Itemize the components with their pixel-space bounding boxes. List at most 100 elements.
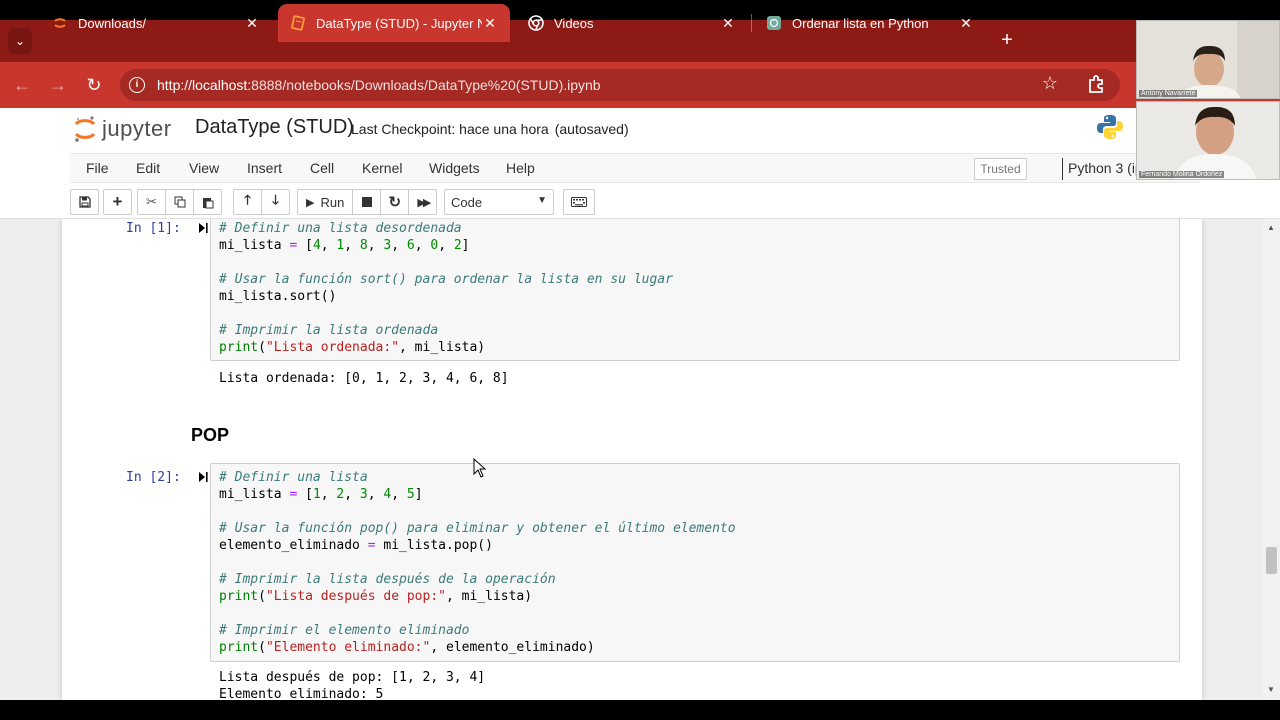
notebook-favicon-icon [290, 15, 306, 31]
cell-type-select[interactable]: Code ▼ [444, 189, 554, 215]
jupyter-logo[interactable]: jupyter [74, 115, 172, 143]
notebook-area: In [1]: # Definir una lista desordenada … [0, 219, 1280, 700]
cell-prompt: In [1]: [126, 221, 181, 236]
menu-view[interactable]: View [189, 160, 219, 176]
paste-icon [202, 197, 213, 208]
interrupt-button[interactable] [352, 189, 382, 215]
tab-ordenar-lista[interactable]: Ordenar lista en Python ✕ [754, 4, 986, 42]
browser-toolbar: ← → ↻ i http://localhost:8888/notebooks/… [0, 62, 1280, 108]
menu-kernel[interactable]: Kernel [362, 160, 402, 176]
save-icon [78, 196, 91, 208]
autosave-text: (autosaved) [554, 121, 629, 137]
jupyter-logo-icon [74, 115, 96, 143]
save-button[interactable] [70, 189, 99, 215]
markdown-heading: POP [191, 425, 230, 445]
notebook-toolbar: + ✂ 🡑 🡓 ▶ Run ↻ ▶▶ Code ▼ [0, 185, 1280, 219]
code-cell-2[interactable]: # Definir una lista mi_lista = [1, 2, 3,… [219, 469, 736, 656]
cell-output-1: Lista ordenada: [0, 1, 2, 3, 4, 6, 8] [219, 371, 509, 386]
menu-help[interactable]: Help [506, 160, 535, 176]
url-text[interactable]: http://localhost:8888/notebooks/Download… [157, 77, 601, 93]
insert-cell-button[interactable]: + [103, 189, 132, 215]
kernel-name[interactable]: Python 3 (ip [1068, 160, 1143, 176]
trusted-indicator[interactable]: Trusted [974, 158, 1027, 180]
cell-type-value: Code [451, 195, 483, 210]
scroll-down-icon[interactable]: ▼ [1267, 685, 1275, 694]
play-icon: ▶ [306, 196, 315, 209]
insert-group: + [103, 189, 132, 215]
close-icon[interactable]: ✕ [720, 15, 736, 32]
fast-forward-icon: ▶▶ [417, 196, 431, 209]
plus-icon: + [112, 192, 123, 211]
forward-arrow-icon[interactable]: → [45, 72, 71, 98]
tab-search-button[interactable]: ⌄ [8, 28, 32, 54]
tab-title: Ordenar lista en Python [792, 15, 929, 31]
restart-button[interactable]: ↻ [380, 189, 410, 215]
menu-cell[interactable]: Cell [310, 160, 334, 176]
copy-icon [174, 196, 185, 208]
run-button[interactable]: ▶ Run [297, 189, 354, 215]
tab-title: DataType (STUD) - Jupyter Note [316, 15, 482, 31]
webcam-name: Fernando Molina Ordoñez [1139, 171, 1225, 178]
menu-widgets[interactable]: Widgets [429, 160, 480, 176]
stop-icon [361, 197, 372, 207]
cut-button[interactable]: ✂ [137, 189, 166, 215]
tab-separator [751, 14, 752, 32]
menu-file[interactable]: File [86, 160, 109, 176]
new-tab-button[interactable]: + [995, 28, 1019, 54]
chevron-down-icon: ▼ [537, 195, 547, 206]
close-icon[interactable]: ✕ [482, 15, 498, 32]
move-group: 🡑 🡓 [233, 189, 290, 215]
menu-bar-inner: File Edit View Insert Cell Kernel Widget… [70, 153, 1200, 183]
tab-downloads[interactable]: Downloads/ ✕ [40, 4, 272, 42]
back-arrow-icon[interactable]: ← [9, 72, 35, 98]
tab-title: Videos [554, 15, 594, 31]
webcam-feed-2: Fernando Molina Ordoñez [1136, 101, 1280, 180]
url-path: 8888/notebooks/Downloads/DataType%20(STU… [251, 77, 601, 93]
paste-button[interactable] [193, 189, 222, 215]
cell-output-2-line-2: Elemento eliminado: 5 [219, 687, 384, 700]
move-down-button[interactable]: 🡓 [261, 189, 290, 215]
page-scrollbar[interactable]: ▲ ▼ [1262, 219, 1280, 700]
scrollbar-thumb[interactable] [1266, 547, 1277, 574]
run-label: Run [320, 194, 345, 210]
keyboard-icon [571, 197, 587, 207]
jupyter-logo-text: jupyter [102, 116, 172, 141]
close-icon[interactable]: ✕ [958, 15, 974, 32]
save-group [70, 189, 99, 215]
mouse-pointer-icon [473, 458, 487, 478]
tab-title: Downloads/ [78, 15, 146, 31]
chrome-favicon-icon [528, 15, 544, 31]
edit-group: ✂ [137, 189, 222, 215]
jupyter-favicon-icon [52, 15, 68, 31]
copy-button[interactable] [165, 189, 194, 215]
bookmark-star-icon[interactable]: ☆ [1042, 73, 1058, 94]
restart-icon: ↻ [388, 194, 402, 211]
kernel-divider [1062, 158, 1063, 180]
run-all-button[interactable]: ▶▶ [408, 189, 438, 215]
command-palette-button[interactable] [563, 189, 595, 215]
person-silhouette-icon [1137, 102, 1279, 179]
scroll-up-icon[interactable]: ▲ [1267, 223, 1275, 232]
url-host: http://localhost: [157, 77, 252, 93]
webcam-name: Antony Navarrete [1139, 90, 1198, 97]
run-cell-icon[interactable] [198, 222, 208, 234]
move-up-button[interactable]: 🡑 [233, 189, 262, 215]
address-bar[interactable]: i http://localhost:8888/notebooks/Downlo… [120, 69, 1120, 101]
reload-icon[interactable]: ↻ [81, 72, 107, 98]
run-cell-icon[interactable] [198, 471, 208, 483]
close-icon[interactable]: ✕ [244, 15, 260, 32]
cell-output-2-line-1: Lista después de pop: [1, 2, 3, 4] [219, 670, 486, 685]
webcam-feed-1: Antony Navarrete [1136, 20, 1280, 99]
arrow-up-icon: 🡑 [244, 192, 251, 207]
tab-videos[interactable]: Videos ✕ [516, 4, 748, 42]
notebook-container: In [1]: # Definir una lista desordenada … [62, 219, 1202, 700]
site-info-icon[interactable]: i [129, 77, 145, 93]
notebook-title[interactable]: DataType (STUD) [195, 116, 354, 139]
menu-edit[interactable]: Edit [136, 160, 160, 176]
extensions-icon[interactable] [1085, 74, 1107, 96]
code-cell-1[interactable]: # Definir una lista desordenada mi_lista… [219, 220, 673, 356]
chatgpt-favicon-icon [766, 15, 782, 31]
tab-datatype[interactable]: DataType (STUD) - Jupyter Note ✕ [278, 4, 510, 42]
cell-prompt: In [2]: [126, 470, 181, 485]
menu-insert[interactable]: Insert [247, 160, 282, 176]
